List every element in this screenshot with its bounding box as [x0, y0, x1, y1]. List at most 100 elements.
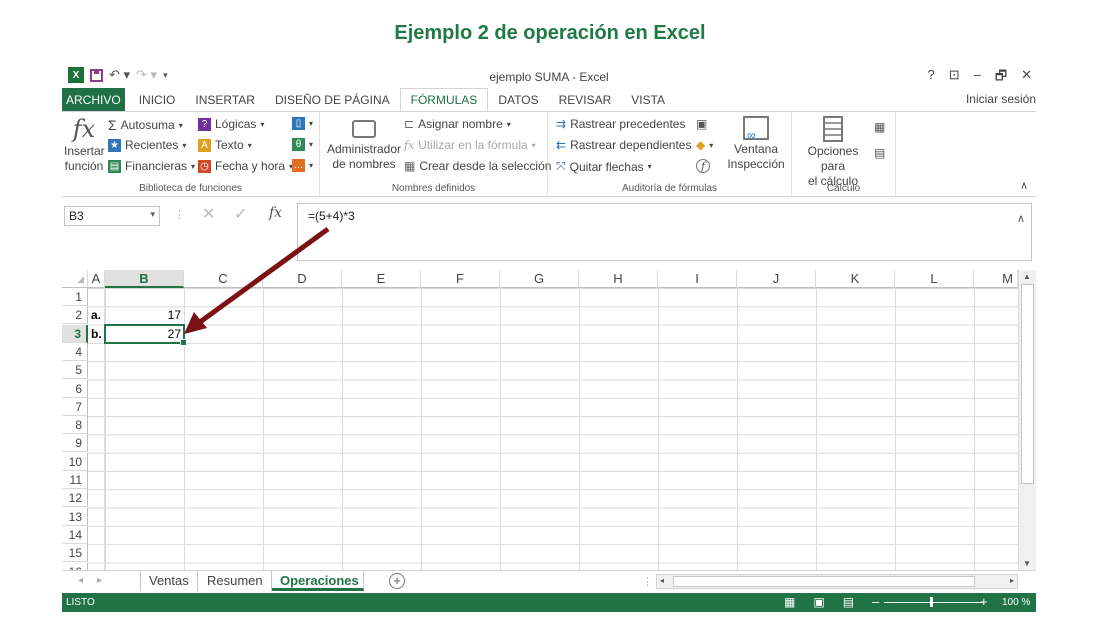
- column-header-g[interactable]: G: [500, 270, 579, 288]
- cell-a2[interactable]: a.: [88, 306, 105, 324]
- quitar-flechas-button[interactable]: ⤧ Quitar flechas ▾: [556, 159, 652, 174]
- sheet-tab-resumen[interactable]: Resumen: [199, 571, 272, 591]
- column-header-l[interactable]: L: [895, 270, 974, 288]
- more-functions-button[interactable]: … ▾: [292, 159, 313, 172]
- row-header[interactable]: 4: [62, 342, 88, 361]
- cell-b2[interactable]: 17: [105, 306, 184, 324]
- tab-formulas[interactable]: FÓRMULAS: [399, 88, 489, 112]
- zoom-slider-knob[interactable]: [930, 597, 933, 607]
- sheet-nav-arrows-icon[interactable]: ◂▸: [78, 575, 116, 586]
- tab-datos[interactable]: DATOS: [488, 88, 548, 112]
- restore-button[interactable]: 🗗: [995, 67, 1007, 89]
- chevron-up-icon[interactable]: ∧: [1017, 212, 1025, 225]
- autosuma-button[interactable]: Σ Autosuma ▾: [108, 117, 183, 133]
- math-button[interactable]: θ ▾: [292, 138, 313, 151]
- show-formulas-button[interactable]: ▣: [696, 117, 707, 131]
- enter-icon[interactable]: ✓: [234, 204, 247, 224]
- page-break-icon[interactable]: ▤: [843, 595, 854, 609]
- column-header-d[interactable]: D: [263, 270, 342, 288]
- scroll-down-icon[interactable]: ▼: [1023, 559, 1031, 568]
- row-header[interactable]: 8: [62, 416, 88, 435]
- column-header-m[interactable]: M: [974, 270, 1018, 288]
- zoom-level[interactable]: 100 %: [1002, 597, 1030, 608]
- name-box[interactable]: B3 ▾: [64, 206, 160, 226]
- scroll-thumb[interactable]: [1021, 284, 1034, 484]
- tab-vista[interactable]: VISTA: [621, 88, 675, 112]
- column-header-f[interactable]: F: [421, 270, 500, 288]
- texto-button[interactable]: A Texto ▾: [198, 138, 252, 152]
- column-header-h[interactable]: H: [579, 270, 658, 288]
- sign-in-link[interactable]: Iniciar sesión: [966, 92, 1036, 106]
- formula-input[interactable]: =(5+4)*3 ∧: [297, 203, 1032, 261]
- financieras-button[interactable]: ▤ Financieras ▾: [108, 159, 195, 173]
- column-header-k[interactable]: K: [816, 270, 895, 288]
- row-header[interactable]: 5: [62, 361, 88, 380]
- tab-archivo[interactable]: ARCHIVO: [62, 88, 125, 112]
- normal-view-icon[interactable]: ▦: [784, 595, 795, 609]
- tab-diseno-pagina[interactable]: DISEÑO DE PÁGINA: [265, 88, 400, 112]
- horizontal-scrollbar[interactable]: ◂ ▸: [656, 574, 1018, 589]
- row-header[interactable]: 11: [62, 471, 88, 489]
- sheet-tab-operaciones[interactable]: Operaciones: [272, 571, 364, 591]
- sheet-tab-ventas[interactable]: Ventas: [140, 571, 198, 591]
- row-header[interactable]: 10: [62, 452, 88, 471]
- column-header-i[interactable]: I: [658, 270, 737, 288]
- row-header[interactable]: 2: [62, 306, 88, 325]
- column-header-c[interactable]: C: [184, 270, 263, 288]
- ventana-inspeccion-button[interactable]: ∞ Ventana Inspección: [724, 116, 788, 172]
- lookup-button[interactable]: ▯ ▾: [292, 117, 313, 130]
- tab-revisar[interactable]: REVISAR: [549, 88, 622, 112]
- rastrear-dependientes-button[interactable]: ⇇ Rastrear dependientes: [556, 138, 691, 152]
- row-header[interactable]: 12: [62, 489, 88, 508]
- row-header[interactable]: 7: [62, 397, 88, 416]
- calculate-sheet-button[interactable]: ▤: [874, 146, 885, 160]
- cell-a3[interactable]: b.: [88, 325, 105, 343]
- vertical-scrollbar[interactable]: ▲ ▼: [1018, 270, 1036, 570]
- ribbon-display-button[interactable]: ⊡: [949, 67, 960, 89]
- scroll-right-icon[interactable]: ▸: [1010, 576, 1014, 585]
- tab-inicio[interactable]: INICIO: [129, 88, 186, 112]
- collapse-ribbon-icon[interactable]: ∧: [1020, 179, 1028, 192]
- logicas-button[interactable]: ? Lógicas ▾: [198, 117, 264, 131]
- column-header-a[interactable]: A: [88, 270, 105, 288]
- scroll-left-icon[interactable]: ◂: [660, 576, 664, 585]
- evaluate-formula-button[interactable]: f: [696, 159, 710, 173]
- close-button[interactable]: ✕: [1021, 67, 1032, 89]
- help-button[interactable]: ?: [928, 67, 935, 89]
- row-header[interactable]: 13: [62, 507, 88, 526]
- column-header-b[interactable]: B: [105, 270, 184, 288]
- insert-function-button[interactable]: fx Insertar función: [64, 116, 105, 174]
- row-header[interactable]: 1: [62, 288, 88, 306]
- fecha-hora-button[interactable]: ◷ Fecha y hora ▾: [198, 159, 293, 173]
- cancel-icon[interactable]: ✕: [202, 204, 215, 224]
- tab-insertar[interactable]: INSERTAR: [185, 88, 265, 112]
- row-header[interactable]: 15: [62, 544, 88, 563]
- zoom-out-icon[interactable]: –: [872, 594, 879, 609]
- column-header-e[interactable]: E: [342, 270, 421, 288]
- hscroll-thumb[interactable]: [673, 576, 975, 587]
- insert-function-icon[interactable]: fx: [269, 205, 282, 221]
- asignar-nombre-button[interactable]: ⊏ Asignar nombre ▾: [404, 117, 511, 131]
- administrador-nombres-button[interactable]: Administrador de nombres: [326, 120, 402, 172]
- recientes-button[interactable]: ★ Recientes ▾: [108, 138, 186, 152]
- rastrear-precedentes-button[interactable]: ⇉ Rastrear precedentes: [556, 117, 685, 131]
- add-sheet-icon[interactable]: +: [389, 573, 405, 589]
- opciones-calculo-button[interactable]: Opciones para el cálculo: [794, 116, 872, 189]
- row-header[interactable]: 14: [62, 525, 88, 544]
- crear-seleccion-button[interactable]: ▦ Crear desde la selección: [404, 159, 551, 173]
- column-header-j[interactable]: J: [737, 270, 816, 288]
- row-header[interactable]: 9: [62, 434, 88, 453]
- row-header[interactable]: 6: [62, 379, 88, 398]
- zoom-in-icon[interactable]: +: [980, 594, 988, 609]
- page-layout-icon[interactable]: ▣: [813, 595, 824, 609]
- minimize-button[interactable]: –: [974, 67, 981, 89]
- zoom-slider[interactable]: [884, 602, 984, 603]
- scroll-up-icon[interactable]: ▲: [1023, 272, 1031, 281]
- row-header[interactable]: 3: [62, 324, 88, 343]
- utilizar-formula-button[interactable]: fx Utilizar en la fórmula ▾: [404, 138, 536, 152]
- worksheet-grid[interactable]: ◢ A B C D E F G H I J K L M 1 2 3 4 5 6 …: [62, 270, 1036, 570]
- calculate-now-button[interactable]: ▦: [874, 120, 885, 134]
- row-header[interactable]: 16: [62, 562, 88, 570]
- select-all-corner[interactable]: ◢: [62, 270, 88, 288]
- error-checking-button[interactable]: ◆ ▾: [696, 138, 713, 152]
